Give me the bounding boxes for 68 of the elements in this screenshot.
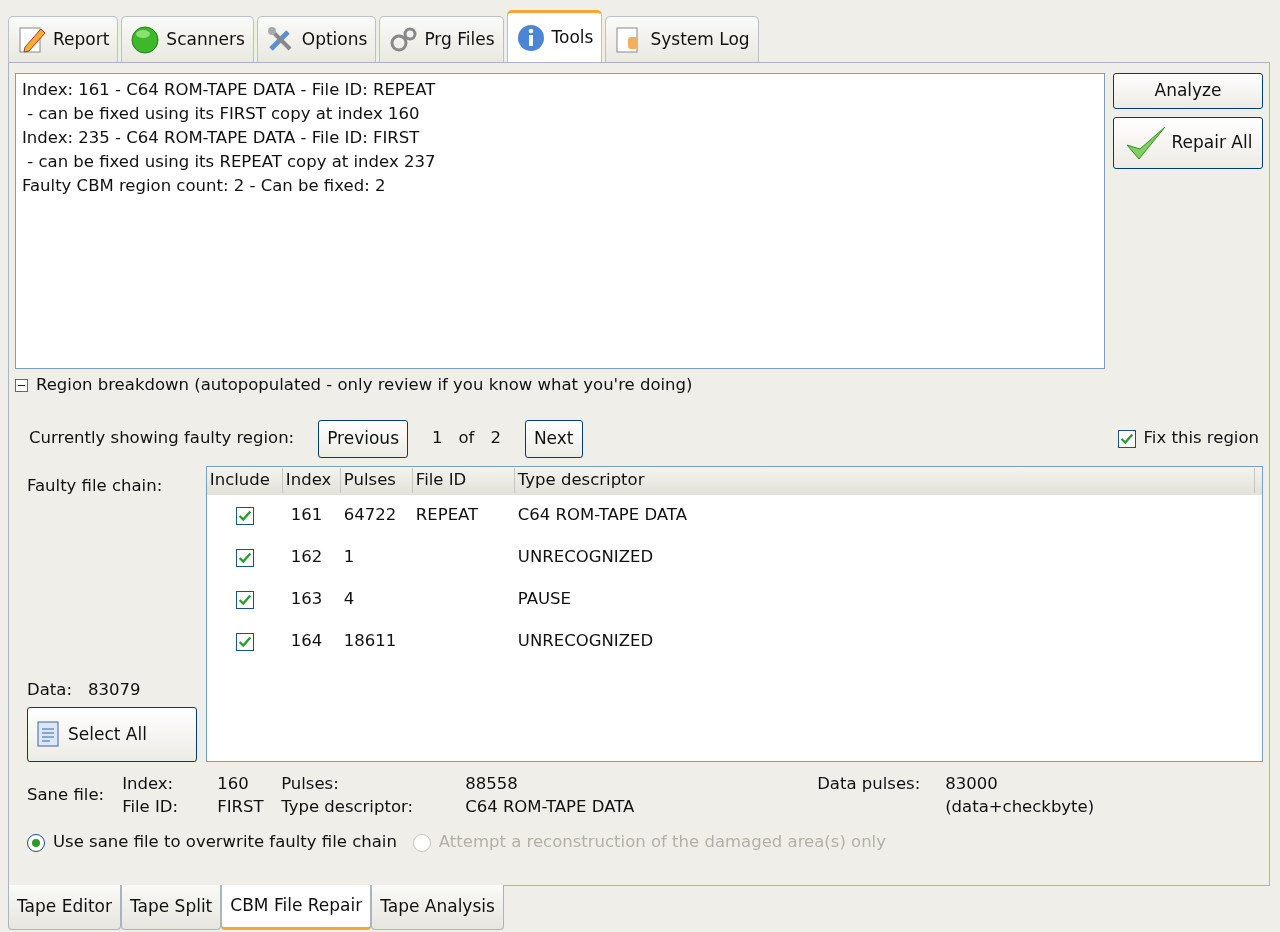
table-cell: UNRECOGNIZED	[517, 631, 654, 651]
navigator-label: Currently showing faulty region:	[29, 427, 295, 450]
tab[interactable]: Prg Files	[379, 16, 504, 62]
sane-file-label: Sane file:	[27, 783, 105, 806]
field-label: Pulses:	[281, 773, 339, 793]
table-cell: 163	[290, 589, 323, 609]
of-label: of	[458, 427, 475, 450]
table-cell: UNRECOGNIZED	[517, 547, 654, 567]
chain-label: Faulty file chain:	[27, 474, 164, 497]
field-label: Data pulses:	[817, 773, 921, 793]
field-value: (data+checkbyte)	[945, 797, 1095, 816]
checkbox[interactable]	[1117, 429, 1136, 448]
field-value: C64 ROM-TAPE DATA	[465, 797, 635, 816]
field-value: 160	[217, 773, 249, 793]
tab[interactable]: Tape Editor	[8, 885, 121, 930]
field-label: Type descriptor:	[281, 797, 414, 816]
tab[interactable]: Options	[256, 16, 377, 62]
checkbox-label: Fix this region	[1143, 427, 1259, 450]
tab[interactable]: Tape Split	[120, 885, 222, 930]
table-cell: REPEAT	[415, 505, 479, 525]
table-cell: 64722	[343, 505, 397, 525]
total-region-count: 2	[490, 427, 501, 450]
column-header[interactable]: Include	[206, 468, 283, 494]
radio-label: Attempt a reconstruction of the damaged area(s) only	[438, 831, 886, 854]
select-all-button[interactable]: Select All	[27, 706, 197, 762]
field-value: 88558	[465, 773, 518, 793]
status-light-icon	[130, 24, 161, 55]
side-button[interactable]: Analyze	[1113, 73, 1263, 109]
field-label: Index:	[122, 773, 174, 793]
radio-label: Use sane file to overwrite faulty file chain	[53, 831, 397, 854]
table-cell: 162	[290, 547, 323, 567]
data-label: Data:	[27, 679, 72, 701]
table-cell: 1	[343, 547, 355, 567]
document-icon	[36, 720, 60, 749]
tab[interactable]: CBM File Repair	[221, 885, 372, 930]
tab[interactable]: Report	[8, 16, 119, 62]
collapse-icon[interactable]	[15, 378, 28, 392]
data-value: 83079	[87, 679, 141, 701]
checkbox[interactable]	[235, 590, 254, 609]
field-value: 83000	[945, 773, 998, 793]
table-cell: 161	[290, 505, 323, 525]
table-cell: 18611	[343, 631, 397, 651]
checkbox[interactable]	[235, 632, 254, 651]
pencil-document-icon	[17, 24, 47, 55]
checkbox[interactable]	[235, 506, 254, 525]
table-cell: 4	[343, 589, 355, 609]
current-region-number: 1	[432, 427, 443, 450]
tab[interactable]: System Log	[605, 16, 759, 62]
tab[interactable]: Tools	[506, 10, 603, 62]
radio-button[interactable]	[27, 833, 45, 852]
table-cell: C64 ROM-TAPE DATA	[517, 505, 687, 525]
table-cell: PAUSE	[517, 589, 571, 609]
previous-button[interactable]: Previous	[318, 419, 408, 458]
side-button[interactable]: Repair All	[1113, 117, 1263, 169]
field-value: FIRST	[217, 797, 264, 816]
tab[interactable]: Scanners	[121, 16, 254, 62]
column-header[interactable]: File ID	[412, 468, 515, 494]
next-button[interactable]: Next	[524, 419, 583, 458]
checkbox[interactable]	[235, 548, 254, 567]
section-label: Region breakdown (autopopulated - only review if you know what you're doing)	[36, 374, 693, 396]
column-header[interactable]: Type descriptor	[514, 468, 1255, 494]
log-text-area[interactable]: Index: 161 - C64 ROM-TAPE DATA - File ID: REPEAT - can be fixed using its FIRST copy at index 160 Index: 235 - C64 ROM-TAPE DATA - File ID: FIRST - can be fixed using its REPEAT copy at index 237 Faulty CBM region count: 2 - Can be fixed: 2	[15, 73, 1105, 369]
field-label: File ID:	[122, 797, 179, 816]
tab[interactable]: Tape Analysis	[371, 885, 504, 930]
column-header[interactable]: Pulses	[340, 468, 413, 494]
column-header[interactable]: Index	[282, 468, 341, 494]
info-icon	[515, 22, 546, 53]
table-cell: 164	[290, 631, 323, 651]
